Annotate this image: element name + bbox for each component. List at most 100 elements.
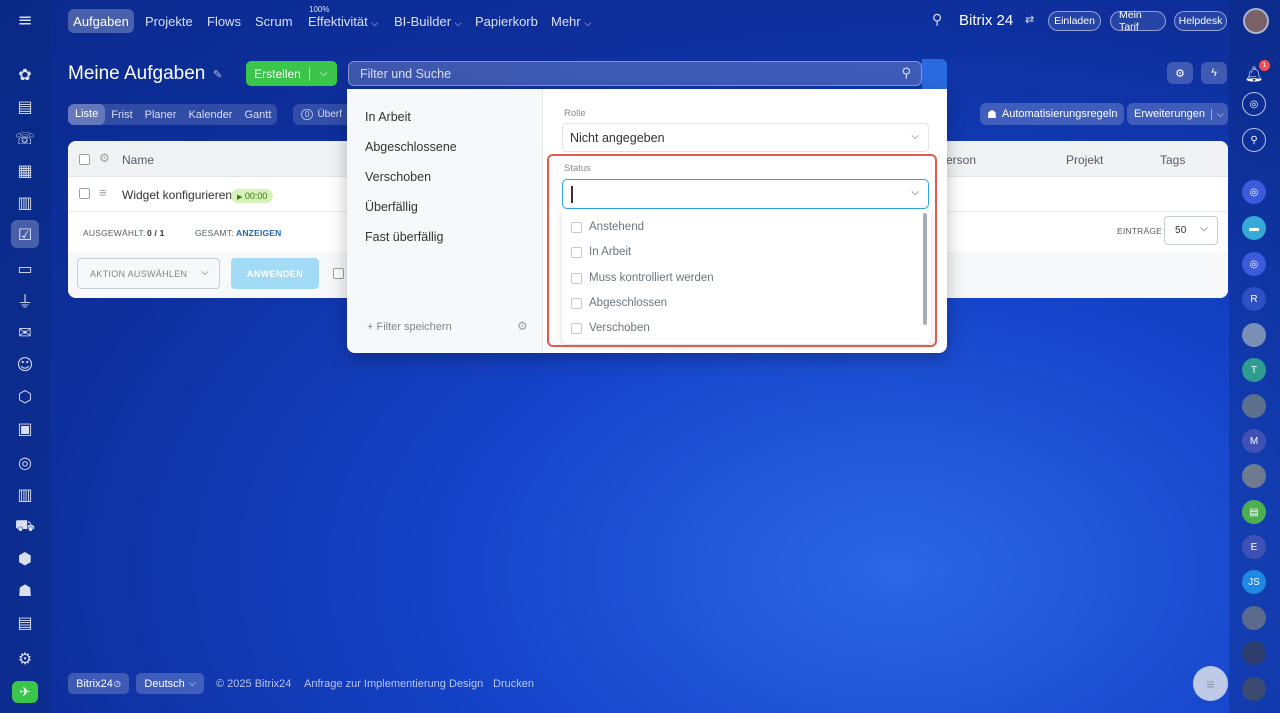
chat-icon[interactable]: ☏ [13, 126, 37, 150]
timer-badge[interactable]: ▶ 00:00 [231, 189, 274, 203]
chevron-down-icon[interactable]: ⌵ [310, 68, 337, 79]
nav-tab-projekte[interactable]: Projekte [145, 14, 193, 29]
show-total-link[interactable]: ANZEIGEN [236, 228, 282, 238]
preset-verschoben[interactable]: Verschoben [365, 170, 431, 184]
drag-handle-icon[interactable]: ≡ [99, 185, 107, 200]
apply-button[interactable]: ANWENDEN [231, 258, 319, 289]
tab-kalender[interactable]: Kalender [182, 109, 238, 121]
preset-fast-ueberfaellig[interactable]: Fast überfällig [365, 230, 444, 244]
tab-liste[interactable]: Liste [68, 104, 106, 125]
avatar[interactable] [1242, 606, 1266, 630]
entries-select[interactable]: 50 ⌵ [1164, 216, 1218, 245]
gear-icon[interactable]: ⚙ [1167, 62, 1193, 84]
language-select[interactable]: Deutsch ⌵ [136, 673, 204, 694]
contacts-icon[interactable]: ☺ [13, 352, 37, 376]
avatar[interactable] [1242, 677, 1266, 701]
task-title[interactable]: Widget konfigurieren [122, 188, 232, 202]
role-label: Rolle [564, 108, 586, 119]
row-checkbox[interactable] [79, 188, 90, 199]
footer-link-print[interactable]: Drucken [493, 678, 534, 690]
save-filter-button[interactable]: + Filter speichern [367, 321, 452, 333]
avatar-m[interactable]: M [1242, 429, 1266, 453]
documents-icon[interactable]: ▤ [13, 94, 37, 118]
hexagon-icon[interactable]: ⬡ [13, 384, 37, 408]
analytics-icon[interactable]: ▥ [13, 482, 37, 506]
select-all-checkbox[interactable] [79, 154, 90, 165]
search-chat-icon[interactable]: ⚲ [1242, 128, 1266, 152]
box-icon[interactable]: ⬢ [13, 546, 37, 570]
swap-icon[interactable]: ⇄ [1025, 13, 1034, 26]
avatar[interactable] [1242, 323, 1266, 347]
chevron-down-icon[interactable]: ⌵ [1210, 108, 1224, 120]
avatar-js[interactable]: JS [1242, 570, 1266, 594]
menu-icon[interactable]: ≡ [13, 8, 37, 32]
chevron-down-icon: ⌵ [454, 18, 462, 28]
feed-icon[interactable]: ✿ [13, 62, 37, 86]
rocket-icon[interactable]: ✈ [12, 681, 38, 703]
automation-button[interactable]: ☗ Automatisierungsregeln [980, 103, 1125, 125]
lightning-icon[interactable]: ϟ [1201, 62, 1227, 84]
create-button[interactable]: Erstellen ⌵ [246, 61, 337, 86]
column-tags[interactable]: Tags [1160, 153, 1185, 167]
tab-planer[interactable]: Planer [139, 109, 183, 121]
tab-frist[interactable]: Frist [105, 109, 138, 121]
channel-icon[interactable]: ◎ [1242, 252, 1266, 276]
search-icon[interactable]: ⚲ [932, 12, 942, 28]
apply-all-checkbox[interactable] [333, 268, 344, 279]
nav-tab-effektivitaet[interactable]: Effektivität ⌵ [308, 14, 378, 29]
calendar-icon[interactable]: ▦ [13, 158, 37, 182]
invite-button[interactable]: Einladen [1048, 11, 1101, 31]
tariff-button[interactable]: Mein Tarif [1110, 9, 1166, 33]
nav-tab-bi-builder[interactable]: BI-Builder ⌵ [394, 14, 462, 29]
avatar-t[interactable]: T [1242, 358, 1266, 382]
search-icon[interactable]: ⚲ [901, 66, 911, 81]
column-person[interactable]: erson [946, 153, 976, 167]
cart-icon[interactable]: ⛟ [13, 514, 37, 538]
tasks-icon[interactable]: ☑ [11, 220, 39, 248]
gear-icon[interactable]: ⚙ [517, 319, 528, 333]
preset-ueberfaellig[interactable]: Überfällig [365, 200, 418, 214]
avatar-e[interactable]: E [1242, 535, 1266, 559]
role-select[interactable]: Nicht angegeben ⌵ [562, 123, 929, 152]
nav-tab-scrum[interactable]: Scrum [255, 14, 293, 29]
store-icon[interactable]: ▤ [13, 610, 37, 634]
column-project[interactable]: Projekt [1066, 153, 1103, 167]
list-icon[interactable]: ≡ [1193, 666, 1228, 701]
channel-icon[interactable]: ◎ [1242, 180, 1266, 204]
settings-icon[interactable]: ⚙ [13, 646, 37, 670]
bitrix-brand-button[interactable]: Bitrix24 ◷ [68, 673, 129, 694]
copilot-icon[interactable]: ◎ [1242, 92, 1266, 116]
nav-tab-aufgaben[interactable]: Aufgaben [68, 9, 134, 33]
nav-tab-papierkorb[interactable]: Papierkorb [475, 14, 538, 29]
action-select[interactable]: AKTION AUSWÄHLEN ⌵ [77, 258, 220, 289]
presentation-icon[interactable]: ▣ [13, 416, 37, 440]
gear-icon[interactable]: ⚙ [99, 151, 110, 165]
extensions-button[interactable]: Erweiterungen ⌵ [1127, 103, 1228, 125]
footer-link-implementation[interactable]: Anfrage zur Implementierung [304, 678, 446, 690]
selected-label: AUSGEWÄHLT: [83, 228, 146, 238]
bitrix-logo[interactable]: Bitrix 24 [959, 12, 1013, 29]
avatar-r[interactable]: R [1242, 287, 1266, 311]
chat-bubble-icon[interactable]: ▬ [1242, 216, 1266, 240]
crm-icon[interactable]: ▭ [13, 256, 37, 280]
avatar[interactable] [1242, 641, 1266, 665]
preset-abgeschlossene[interactable]: Abgeschlossene [365, 140, 457, 154]
docs-icon[interactable]: ▥ [13, 190, 37, 214]
overdue-counter[interactable]: 0 Überf [293, 104, 348, 125]
mail-icon[interactable]: ✉ [13, 320, 37, 344]
search-input[interactable]: Filter und Suche ⚲ [348, 61, 922, 86]
footer-link-design[interactable]: Design [449, 678, 483, 690]
avatar[interactable] [1242, 394, 1266, 418]
helpdesk-button[interactable]: Helpdesk [1174, 11, 1227, 31]
pin-icon[interactable]: ✎ [213, 68, 222, 81]
avatar[interactable] [1242, 464, 1266, 488]
robot-icon[interactable]: ☗ [13, 578, 37, 602]
preset-in-arbeit[interactable]: In Arbeit [365, 110, 411, 124]
column-name[interactable]: Name [122, 153, 154, 167]
group-chat-icon[interactable]: ▤ [1242, 500, 1266, 524]
nav-tab-flows[interactable]: Flows [207, 14, 241, 29]
nav-tab-mehr[interactable]: Mehr ⌵ [551, 14, 591, 29]
tab-gantt[interactable]: Gantt [238, 109, 277, 121]
target-icon[interactable]: ◎ [13, 450, 37, 474]
filter-icon[interactable]: ⏚ [13, 288, 37, 312]
